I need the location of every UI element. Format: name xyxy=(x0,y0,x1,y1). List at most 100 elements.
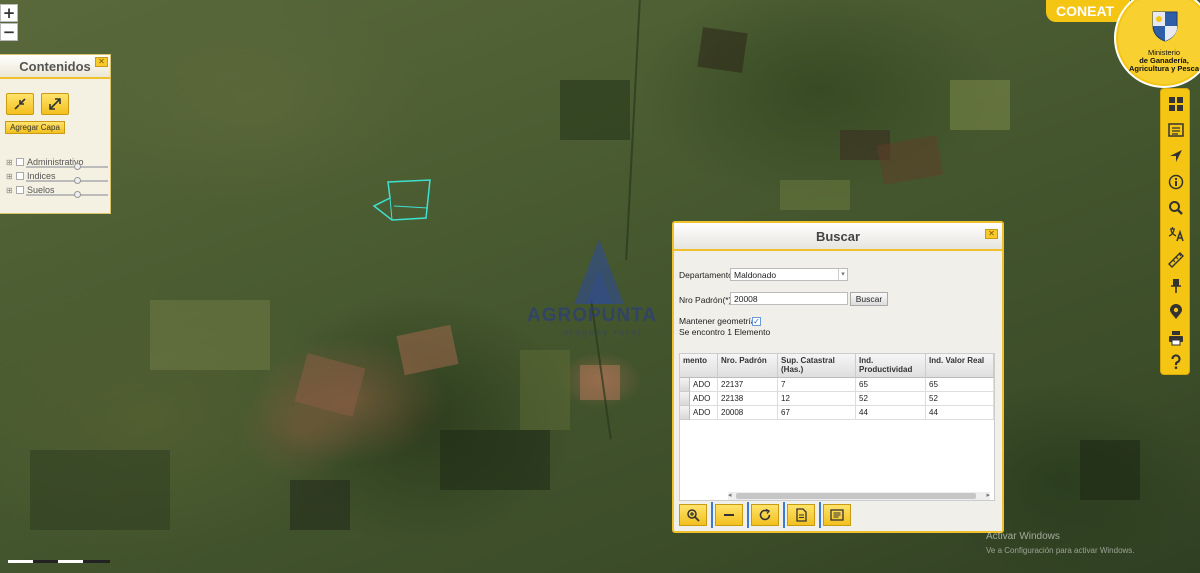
info-icon[interactable] xyxy=(1165,171,1187,193)
refresh-button[interactable] xyxy=(751,504,779,526)
padron-input[interactable]: 20008 xyxy=(730,292,848,305)
expand-plus-icon[interactable]: ⊞ xyxy=(6,172,16,181)
collapse-icon xyxy=(14,98,26,110)
document-button[interactable] xyxy=(787,504,815,526)
opacity-slider[interactable] xyxy=(26,166,108,168)
toolbar-separator xyxy=(783,502,785,528)
column-header[interactable]: Sup. Catastral (Has.) xyxy=(778,354,856,378)
scrollbar-thumb[interactable] xyxy=(736,493,976,499)
expand-icon xyxy=(49,98,61,110)
expand-button[interactable] xyxy=(41,93,69,115)
column-header[interactable]: Ind. Productividad xyxy=(856,354,926,378)
mantener-geometria-label: Mantener geometría xyxy=(679,316,756,326)
buscar-dialog: Buscar ✕ Departamento Maldonado ▾ Nro Pa… xyxy=(672,221,1004,533)
padron-label: Nro Padrón(*): xyxy=(679,295,734,305)
parcel-outline[interactable] xyxy=(370,178,440,226)
zoom-out-button[interactable]: − xyxy=(0,23,18,41)
row-selector[interactable] xyxy=(680,378,690,392)
document-icon xyxy=(796,508,807,522)
layer-checkbox[interactable] xyxy=(16,186,24,194)
windows-activation-subtitle: Ve a Configuración para activar Windows. xyxy=(986,546,1135,555)
layer-item-indices[interactable]: ⊞ Indices xyxy=(6,170,108,184)
column-header[interactable]: Ind. Valor Real xyxy=(926,354,994,378)
layer-item-suelos[interactable]: ⊞ Suelos xyxy=(6,184,108,198)
escudo-icon xyxy=(1152,11,1178,42)
horizontal-scrollbar[interactable]: ◂ ▸ xyxy=(728,492,990,500)
expand-plus-icon[interactable]: ⊞ xyxy=(6,158,16,167)
windows-activation-title: Activar Windows xyxy=(986,531,1060,542)
table-cell: 52 xyxy=(926,392,994,406)
expand-plus-icon[interactable]: ⊞ xyxy=(6,186,16,195)
ruler-icon[interactable] xyxy=(1165,249,1187,271)
buscar-title: Buscar xyxy=(815,229,861,244)
layer-checkbox[interactable] xyxy=(16,172,24,180)
agropunta-watermark-subtext: uruguay rural xyxy=(563,327,643,337)
minus-icon xyxy=(724,514,734,516)
table-cell: ADO xyxy=(690,378,718,392)
table-cell: 52 xyxy=(856,392,926,406)
ministerio-line3: Agricultura y Pesca xyxy=(1128,64,1200,73)
zoom-in-button[interactable]: + xyxy=(0,4,18,22)
location-icon[interactable] xyxy=(1165,301,1187,323)
contenidos-title: Contenidos xyxy=(19,59,91,74)
contenidos-panel: Contenidos ✕ Agregar Capa ⊞ Administrati… xyxy=(0,54,111,214)
scroll-left-icon[interactable]: ◂ xyxy=(728,491,732,499)
table-cell: 20008 xyxy=(718,406,778,420)
print-icon[interactable] xyxy=(1165,327,1187,349)
opacity-slider-knob[interactable] xyxy=(74,163,81,170)
agregar-capa-button[interactable]: Agregar Capa xyxy=(5,121,65,134)
departamento-select[interactable]: Maldonado ▾ xyxy=(730,268,848,281)
zoom-in-magnifier-icon xyxy=(687,509,700,522)
layer-item-administrativo[interactable]: ⊞ Administrativo xyxy=(6,156,108,170)
table-cell: 67 xyxy=(778,406,856,420)
navigate-icon[interactable] xyxy=(1165,145,1187,167)
toolbar-separator xyxy=(747,502,749,528)
mantener-geometria-checkbox[interactable]: ✓ xyxy=(752,317,761,326)
contenidos-close-button[interactable]: ✕ xyxy=(95,57,108,67)
collapse-button[interactable] xyxy=(6,93,34,115)
opacity-slider[interactable] xyxy=(26,180,108,182)
list-detail-icon xyxy=(830,509,844,521)
table-cell: 22138 xyxy=(718,392,778,406)
zoom-to-button[interactable] xyxy=(679,504,707,526)
table-cell: ADO xyxy=(690,392,718,406)
pin-icon[interactable] xyxy=(1165,275,1187,297)
row-selector[interactable] xyxy=(680,406,690,420)
column-header[interactable]: mento xyxy=(680,354,718,378)
grid-icon[interactable] xyxy=(1165,93,1187,115)
table-cell: 65 xyxy=(926,378,994,392)
layer-checkbox[interactable] xyxy=(16,158,24,166)
search-icon[interactable] xyxy=(1165,197,1187,219)
scale-bar xyxy=(8,560,110,563)
chevron-down-icon[interactable]: ▾ xyxy=(838,269,847,280)
buscar-button[interactable]: Buscar xyxy=(850,292,888,306)
clear-button[interactable] xyxy=(715,504,743,526)
opacity-slider-knob[interactable] xyxy=(74,191,81,198)
report-button[interactable] xyxy=(823,504,851,526)
table-cell: 65 xyxy=(856,378,926,392)
table-cell: 44 xyxy=(856,406,926,420)
opacity-slider[interactable] xyxy=(26,194,108,196)
agropunta-watermark-text: AGROPUNTA xyxy=(527,305,658,326)
toolbar-separator xyxy=(711,502,713,528)
opacity-slider-knob[interactable] xyxy=(74,177,81,184)
ministerio-text: Ministerio de Ganadería, Agricultura y P… xyxy=(1124,49,1200,73)
table-cell: 44 xyxy=(926,406,994,420)
refresh-icon xyxy=(759,508,771,521)
contenidos-header: Contenidos ✕ xyxy=(0,55,110,79)
result-count-text: Se encontro 1 Elemento xyxy=(679,327,771,337)
table-cell: 7 xyxy=(778,378,856,392)
scroll-right-icon[interactable]: ▸ xyxy=(986,491,990,499)
help-icon[interactable] xyxy=(1165,351,1187,373)
buscar-header: Buscar ✕ xyxy=(674,223,1002,251)
translate-icon[interactable] xyxy=(1165,223,1187,245)
column-header[interactable]: Nro. Padrón xyxy=(718,354,778,378)
buscar-close-button[interactable]: ✕ xyxy=(985,229,998,239)
right-toolbar xyxy=(1160,88,1190,375)
toolbar-separator xyxy=(819,502,821,528)
table-cell: 12 xyxy=(778,392,856,406)
list-icon[interactable] xyxy=(1165,119,1187,141)
row-selector[interactable] xyxy=(680,392,690,406)
departamento-label: Departamento xyxy=(679,270,733,280)
results-table: mento Nro. Padrón Sup. Catastral (Has.) … xyxy=(679,353,995,501)
